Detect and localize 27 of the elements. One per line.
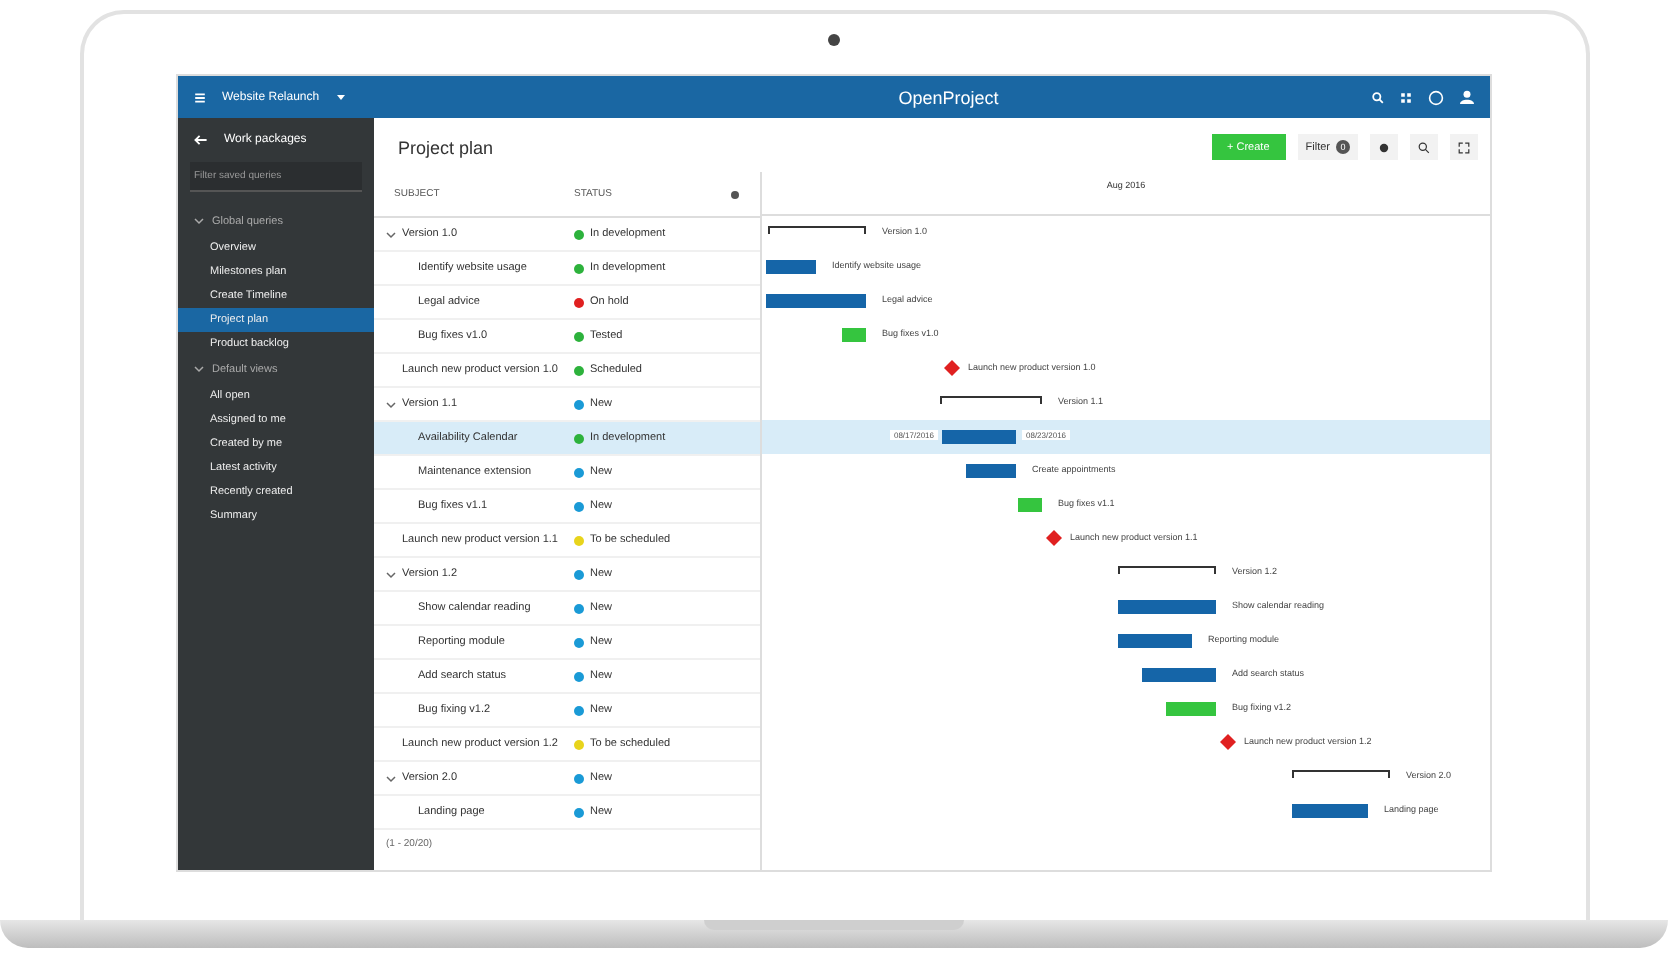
- fullscreen-button[interactable]: [1450, 134, 1478, 160]
- milestone-icon[interactable]: [1220, 734, 1236, 750]
- caret-icon[interactable]: [335, 92, 346, 102]
- version-bracket[interactable]: [940, 396, 1042, 404]
- caret-icon[interactable]: [386, 773, 396, 783]
- caret-icon[interactable]: [194, 364, 204, 374]
- camera-icon: [828, 34, 840, 46]
- version-bracket[interactable]: [1118, 566, 1216, 574]
- logo: OpenProject: [896, 87, 999, 107]
- version-bracket[interactable]: [768, 226, 866, 234]
- caret-icon[interactable]: [386, 399, 396, 409]
- grid-icon[interactable]: [1400, 91, 1412, 103]
- settings-button[interactable]: [1370, 134, 1398, 160]
- user-icon[interactable]: [1460, 90, 1474, 104]
- page-title: Project plan: [398, 137, 494, 157]
- fullscreen-icon: [1458, 141, 1470, 153]
- version-bracket[interactable]: [1292, 770, 1390, 778]
- caret-icon[interactable]: [386, 569, 396, 579]
- zoom-icon: [1418, 141, 1430, 153]
- milestone-icon[interactable]: [944, 360, 960, 376]
- menu-icon[interactable]: [194, 91, 206, 103]
- caret-icon[interactable]: [194, 216, 204, 226]
- search-icon[interactable]: [1372, 91, 1384, 103]
- milestone-icon[interactable]: [1046, 530, 1062, 546]
- caret-icon[interactable]: [386, 229, 396, 239]
- zoom-button[interactable]: [1410, 134, 1438, 160]
- back-arrow-icon[interactable]: [194, 134, 208, 146]
